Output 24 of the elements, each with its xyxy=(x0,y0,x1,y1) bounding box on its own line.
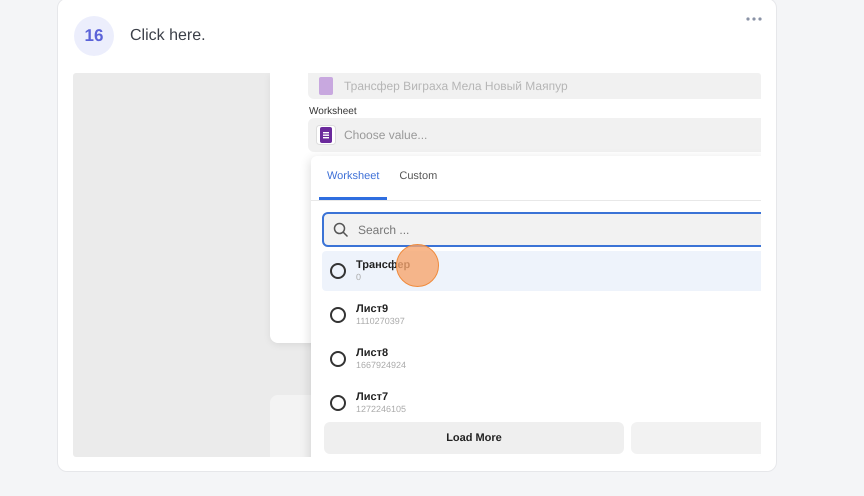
option-name: Лист7 xyxy=(356,391,390,404)
option-row[interactable]: Лист7 1272246105 xyxy=(322,383,761,423)
option-id: 0 xyxy=(356,272,362,283)
load-more-button[interactable]: Load More xyxy=(324,422,624,454)
more-options-icon[interactable] xyxy=(746,17,762,21)
sheet-icon xyxy=(316,125,336,145)
search-field[interactable]: Search ... xyxy=(322,212,761,247)
option-id: 1110270397 xyxy=(356,316,405,327)
option-row[interactable]: Лист8 1667924924 xyxy=(322,339,761,379)
option-row[interactable]: Лист9 1110270397 xyxy=(322,295,761,335)
option-name: Лист9 xyxy=(356,303,390,316)
sheet-icon xyxy=(316,76,336,96)
radio-button[interactable] xyxy=(330,351,346,367)
radio-button[interactable] xyxy=(330,307,346,323)
tab[interactable]: Worksheet xyxy=(319,155,388,200)
step-instruction: Click here. xyxy=(130,26,206,46)
option-name: Лист8 xyxy=(356,347,390,360)
tab[interactable]: Custom xyxy=(391,155,446,200)
option-id: 1667924924 xyxy=(356,360,406,371)
step-number: 16 xyxy=(74,16,114,56)
field-label: Worksheet xyxy=(309,105,357,119)
option-id: 1272246105 xyxy=(356,404,406,415)
radio-button[interactable] xyxy=(330,395,346,411)
radio-button[interactable] xyxy=(330,263,346,279)
